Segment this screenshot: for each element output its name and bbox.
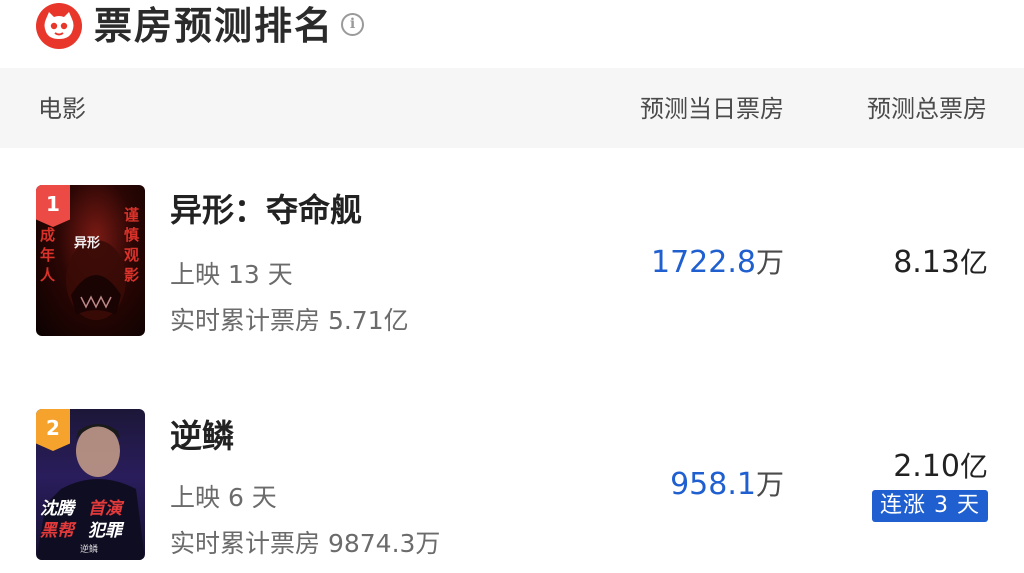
svg-text:人: 人 [40,266,56,284]
svg-text:慎: 慎 [124,226,139,244]
movie-poster[interactable]: 沈腾 首演 黑帮 犯罪 逆鳞 2 [36,409,145,560]
svg-text:黑帮: 黑帮 [40,521,77,541]
day-forecast-value: 1722.8万 [651,245,784,281]
rising-streak-badge: 连涨 3 天 [872,490,988,522]
table-header: 电影 预测当日票房 预测总票房 [0,68,1024,148]
page-header: 票房预测排名 i [0,0,1024,68]
column-header-total-forecast[interactable]: 预测总票房 [867,94,987,124]
total-forecast-value: 2.10亿 [893,449,988,485]
total-forecast-unit: 亿 [959,450,988,483]
movie-title[interactable]: 逆鳞 [170,416,234,456]
page-title: 票房预测排名 [94,4,335,48]
svg-text:影: 影 [124,266,139,284]
rank-badge: 2 [36,409,70,451]
total-forecast-value: 8.13亿 [893,245,988,281]
svg-text:谨: 谨 [124,206,139,224]
svg-text:犯罪: 犯罪 [88,521,125,541]
column-header-day-forecast[interactable]: 预测当日票房 [640,94,784,124]
release-days: 上映 6 天 [170,483,277,512]
cumulative-box-office: 实时累计票房 5.71亿 [170,306,409,335]
day-forecast-unit: 万 [755,246,784,279]
day-forecast-number: 1722.8 [651,245,756,280]
total-forecast-unit: 亿 [959,246,988,279]
maoyan-logo-icon [36,3,82,49]
movie-poster[interactable]: 成 年 人 谨 慎 观 影 异形 1 [36,185,145,336]
movie-row[interactable]: 成 年 人 谨 慎 观 影 异形 1 异形：夺命舰 上映 13 天 实时累计票房… [0,148,1024,348]
cumulative-box-office: 实时累计票房 9874.3万 [170,529,441,558]
column-header-movie: 电影 [38,95,86,123]
svg-text:成: 成 [40,226,55,244]
movie-title[interactable]: 异形：夺命舰 [170,190,362,230]
movie-row[interactable]: 沈腾 首演 黑帮 犯罪 逆鳞 2 逆鳞 上映 6 天 实时累计票房 9874.3… [0,372,1024,572]
svg-text:逆鳞: 逆鳞 [80,543,98,555]
day-forecast-unit: 万 [755,468,784,501]
day-forecast-value: 958.1万 [670,467,784,503]
release-days: 上映 13 天 [170,260,293,289]
svg-text:异形: 异形 [74,236,100,251]
svg-text:年: 年 [40,246,55,264]
info-icon[interactable]: i [341,13,364,36]
total-forecast-number: 8.13 [893,245,960,280]
day-forecast-number: 958.1 [670,467,756,502]
svg-text:观: 观 [124,246,139,264]
svg-text:首演: 首演 [88,499,125,519]
rank-badge: 1 [36,185,70,227]
total-forecast-number: 2.10 [893,449,960,484]
svg-text:沈腾: 沈腾 [40,499,77,519]
